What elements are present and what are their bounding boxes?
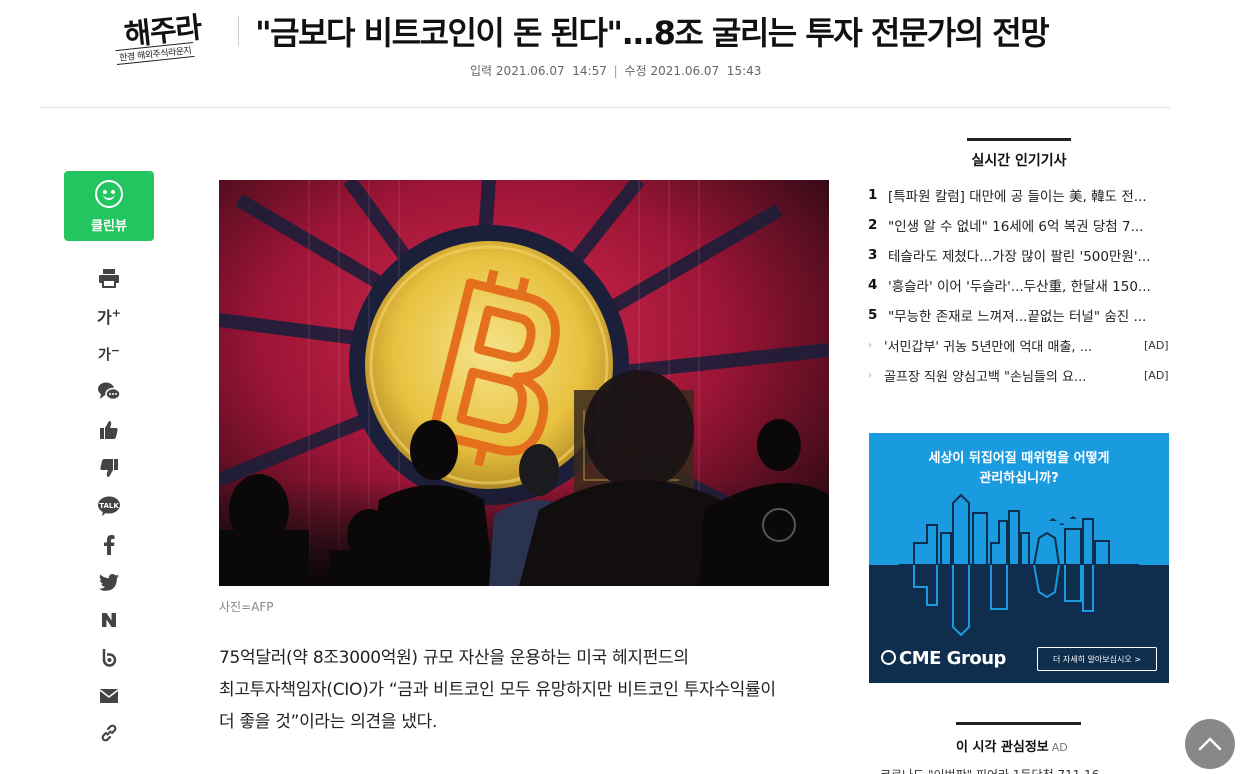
chevron-right-icon: ›	[868, 369, 872, 381]
naver-icon	[102, 613, 116, 627]
interest-ad-tag: AD	[1051, 741, 1068, 754]
kakaotalk-share-button[interactable]: TALK	[94, 492, 124, 520]
input-label: 입력	[470, 64, 493, 78]
article-body: 75억달러(약 8조3000억원) 규모 자산을 운용하는 미국 헤지펀드의 최…	[219, 642, 831, 738]
article-photo	[219, 180, 829, 586]
globe-icon	[881, 650, 896, 665]
popular-item[interactable]: 4 '흥슬라' 이어 '두슬라'...두산重, 한달새 150...	[868, 270, 1170, 300]
kakaotalk-icon: TALK	[98, 496, 120, 516]
edit-date: 2021.06.07 15:43	[650, 64, 762, 78]
edit-label: 수정	[624, 64, 647, 78]
sponsored-list: › '서민갑부' 귀농 5년만에 억대 매출, ... [AD] › 골프장 직원 양…	[868, 330, 1170, 390]
cme-group-logo: CME Group	[881, 648, 1006, 669]
interest-title-text: 이 시각 관심정보	[956, 740, 1049, 755]
sponsored-link[interactable]: '서민갑부' 귀농 5년만에 억대 매출, ...	[884, 336, 1140, 355]
ad-tag: [AD]	[1144, 338, 1169, 352]
body-line-2: 최고투자책임자(CIO)가 “금과 비트코인 모두 유망하지만 비트코인 투자수…	[219, 680, 776, 700]
sponsored-link[interactable]: 골프장 직원 양심고백 "손님들의 요...	[884, 366, 1140, 385]
popular-rank: 3	[868, 247, 878, 263]
band-share-button[interactable]	[94, 644, 124, 672]
popular-item[interactable]: 1 [특파원 칼럼] 대만에 공 들이는 美, 韓도 전...	[868, 180, 1170, 210]
font-increase-label: 가	[97, 308, 112, 327]
comments-button[interactable]	[94, 378, 124, 406]
scroll-to-top-button[interactable]	[1185, 719, 1235, 769]
brand-name: CME Group	[899, 648, 1006, 669]
popular-link[interactable]: 테슬라도 제쳤다...가장 많이 팔린 '500만원'...	[888, 245, 1168, 265]
popular-link[interactable]: "무능한 존재로 느껴져...끝없는 터널" 숨진 ...	[888, 305, 1168, 325]
site-logo[interactable]: 해주라 한경 해외주식라운지	[114, 8, 226, 66]
header-divider	[238, 16, 239, 46]
popular-title: 실시간 인기기사	[971, 153, 1067, 169]
interest-first-item[interactable]: 코로나도 "이번판" 피어라 1등당첨 711 16	[880, 766, 1099, 774]
print-button[interactable]	[94, 264, 124, 292]
banner-cta-button[interactable]: 더 자세히 알아보십시오 >	[1037, 647, 1157, 671]
chevron-right-icon: ›	[868, 339, 872, 351]
date-separator: |	[613, 64, 618, 78]
popular-rank: 5	[868, 307, 878, 323]
popular-list: 1 [특파원 칼럼] 대만에 공 들이는 美, 韓도 전... 2 "인생 알 수 …	[868, 180, 1170, 330]
photo-caption: 사진=AFP	[219, 600, 274, 614]
thumbs-down-icon	[100, 459, 118, 477]
ad-tag: [AD]	[1144, 368, 1169, 382]
popular-rank: 2	[868, 217, 878, 233]
body-line-3: 더 좋을 것”이라는 의견을 냈다.	[219, 712, 438, 732]
talk-text: TALK	[99, 502, 119, 510]
popular-rank: 1	[868, 187, 878, 203]
popular-link[interactable]: "인생 알 수 없네" 16세에 6억 복권 당첨 7...	[888, 215, 1168, 235]
font-decrease-button[interactable]: 가−	[94, 340, 124, 368]
font-decrease-label: 가	[97, 347, 111, 364]
clean-view-label: 클린뷰	[91, 219, 127, 234]
dislike-button[interactable]	[94, 454, 124, 482]
font-increase-icon: 가+	[97, 306, 121, 327]
thumbs-up-icon	[100, 421, 118, 439]
body-line-1: 75억달러(약 8조3000억원) 규모 자산을 운용하는 미국 헤지펀드의	[219, 648, 689, 668]
cme-banner-ad[interactable]: 세상이 뒤집어질 때위험을 어떻게 관리하십니까? CME Group 더 자세…	[869, 433, 1169, 683]
printer-icon	[99, 269, 119, 288]
popular-rank: 4	[868, 277, 878, 293]
popular-item[interactable]: 3 테슬라도 제쳤다...가장 많이 팔린 '500만원'...	[868, 240, 1170, 270]
sponsored-item[interactable]: › '서민갑부' 귀농 5년만에 억대 매출, ... [AD]	[868, 330, 1170, 360]
popular-link[interactable]: '흥슬라' 이어 '두슬라'...두산重, 한달새 150...	[888, 275, 1168, 295]
clean-view-button[interactable]: 클린뷰	[64, 171, 154, 241]
article-dates: 입력 2021.06.07 14:57 | 수정 2021.06.07 15:4…	[470, 62, 761, 79]
smile-icon	[95, 180, 123, 208]
bitcoin-event-photo	[219, 180, 829, 586]
input-date: 2021.06.07 14:57	[495, 64, 607, 78]
interest-title-bar	[956, 722, 1081, 725]
naver-share-button[interactable]	[94, 606, 124, 634]
link-icon	[101, 724, 117, 742]
popular-item[interactable]: 5 "무능한 존재로 느껴져...끝없는 터널" 숨진 ...	[868, 300, 1170, 330]
popular-title-bar	[967, 138, 1071, 141]
header-rule	[39, 107, 1170, 108]
like-button[interactable]	[94, 416, 124, 444]
band-icon	[102, 649, 117, 667]
twitter-share-button[interactable]	[94, 568, 124, 596]
interest-title: 이 시각 관심정보 AD	[956, 736, 1068, 755]
font-increase-button[interactable]: 가+	[94, 302, 124, 330]
twitter-icon	[99, 573, 119, 591]
comments-icon	[98, 382, 121, 401]
font-decrease-icon: 가−	[97, 343, 121, 364]
facebook-icon	[104, 535, 115, 555]
sponsored-item[interactable]: › 골프장 직원 양심고백 "손님들의 요... [AD]	[868, 360, 1170, 390]
mail-icon	[100, 689, 118, 703]
facebook-share-button[interactable]	[94, 531, 124, 559]
popular-link[interactable]: [특파원 칼럼] 대만에 공 들이는 美, 韓도 전...	[888, 185, 1168, 205]
city-skyline-illustration	[899, 493, 1139, 637]
article-headline: "금보다 비트코인이 돈 된다"...8조 굴리는 투자 전문가의 전망	[255, 14, 1050, 52]
email-share-button[interactable]	[94, 682, 124, 710]
copy-link-button[interactable]	[94, 719, 124, 747]
chevron-up-icon	[1198, 737, 1222, 751]
popular-item[interactable]: 2 "인생 알 수 없네" 16세에 6억 복권 당첨 7...	[868, 210, 1170, 240]
